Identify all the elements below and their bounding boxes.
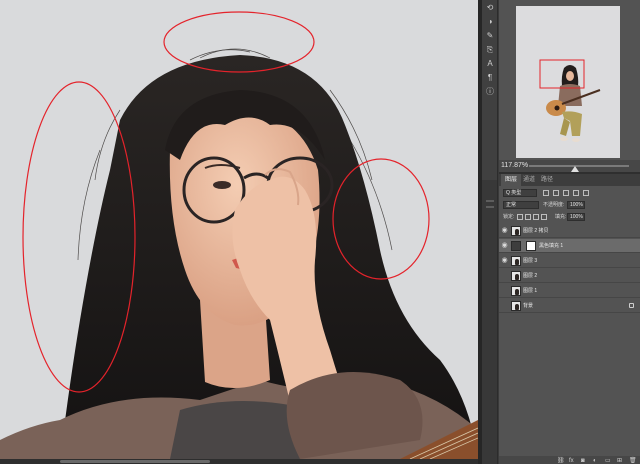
panel-icon-strip: ⟲ ◑ ✎ ⎘ A ¶ ⓘ bbox=[482, 0, 498, 180]
fill-input[interactable]: 100% bbox=[567, 213, 585, 221]
document-canvas[interactable] bbox=[0, 0, 478, 459]
lock-label: 锁定: bbox=[503, 214, 515, 220]
lock-row: 锁定: 填充: 100% bbox=[499, 211, 640, 223]
visibility-eye-icon[interactable]: ◉ bbox=[501, 227, 508, 234]
lock-all-icon[interactable] bbox=[541, 214, 547, 220]
layer-name[interactable]: 图层 2 拷贝 bbox=[523, 227, 549, 235]
layer-name[interactable]: 图层 3 bbox=[523, 257, 537, 265]
tab-paths[interactable]: 路径 bbox=[537, 174, 557, 186]
visibility-eye-icon[interactable]: ◉ bbox=[501, 242, 508, 249]
layer-thumbnail bbox=[511, 271, 521, 281]
fx-icon[interactable]: fx bbox=[569, 457, 574, 464]
layer-name[interactable]: 图层 2 bbox=[523, 272, 537, 280]
thumbnail-artwork bbox=[539, 59, 601, 142]
layers-panel: 图层 通道 路径 Q 类型 正常 不透明度: 100% 锁定: 填充: 100% bbox=[499, 172, 640, 464]
opacity-label: 不透明度: bbox=[543, 202, 565, 208]
adjustment-icon[interactable]: ◐ bbox=[593, 457, 597, 464]
blend-row: 正常 不透明度: 100% bbox=[499, 199, 640, 211]
lock-icon bbox=[629, 303, 634, 308]
tab-layers[interactable]: 图层 bbox=[501, 174, 522, 186]
layer-row-selected[interactable]: ◉ 黑色填充 1 bbox=[499, 239, 640, 253]
layer-list: ◉ 图层 2 拷贝 ◉ 黑色填充 1 ◉ 图层 3 图层 2 图层 1 背景 bbox=[499, 224, 640, 456]
layer-thumbnail bbox=[511, 226, 521, 236]
layer-row[interactable]: 图层 2 bbox=[499, 269, 640, 283]
layer-thumbnail bbox=[511, 301, 521, 311]
brush-icon[interactable]: ✎ bbox=[482, 30, 498, 42]
navigator-thumbnail[interactable] bbox=[516, 6, 620, 158]
filter-pixel-icon[interactable] bbox=[543, 190, 549, 196]
lock-paint-icon[interactable] bbox=[525, 214, 531, 220]
blend-mode-select[interactable]: 正常 bbox=[503, 201, 539, 209]
visibility-off-slot[interactable] bbox=[501, 273, 508, 278]
fill-label: 填充: bbox=[555, 214, 567, 220]
visibility-off-slot[interactable] bbox=[501, 303, 508, 308]
navigator-zoom-bar: 117.87% bbox=[499, 160, 640, 172]
zoom-slider[interactable] bbox=[529, 165, 629, 172]
filter-row: Q 类型 bbox=[499, 187, 640, 199]
history-icon[interactable]: ⟲ bbox=[482, 2, 498, 14]
filter-adjustment-icon[interactable] bbox=[553, 190, 559, 196]
visibility-off-slot[interactable] bbox=[501, 288, 508, 293]
lock-pixels-icon[interactable] bbox=[517, 214, 523, 220]
tab-channels[interactable]: 通道 bbox=[519, 174, 539, 186]
paragraph-icon[interactable]: ¶ bbox=[482, 72, 498, 84]
grip-mark bbox=[486, 200, 494, 202]
filter-smart-icon[interactable] bbox=[583, 190, 589, 196]
filter-type-icon[interactable] bbox=[563, 190, 569, 196]
grip-mark bbox=[486, 206, 494, 208]
layer-row[interactable]: ◉ 图层 2 拷贝 bbox=[499, 224, 640, 238]
visibility-eye-icon[interactable]: ◉ bbox=[501, 257, 508, 264]
adjustment-thumbnail bbox=[511, 241, 521, 251]
layer-mask-thumbnail[interactable] bbox=[526, 241, 536, 251]
panel-tabs: 图层 通道 路径 bbox=[499, 174, 640, 186]
trash-icon[interactable]: 🗑 bbox=[629, 457, 637, 464]
zoom-level[interactable]: 117.87% bbox=[501, 161, 528, 171]
adjust-icon[interactable]: ◑ bbox=[482, 16, 498, 28]
layer-name[interactable]: 黑色填充 1 bbox=[539, 242, 563, 250]
layer-row-background[interactable]: 背景 bbox=[499, 299, 640, 313]
layers-footer: ⛓ fx ◙ ◐ ▭ ⊞ 🗑 bbox=[499, 456, 640, 464]
dock-collapsed-strip bbox=[482, 180, 498, 464]
clone-icon[interactable]: ⎘ bbox=[482, 44, 498, 56]
link-icon[interactable]: ⛓ bbox=[557, 457, 565, 464]
filter-shape-icon[interactable] bbox=[573, 190, 579, 196]
navigator-panel: 117.87% bbox=[499, 0, 640, 172]
group-icon[interactable]: ▭ bbox=[605, 457, 611, 464]
photo-artwork bbox=[0, 11, 478, 459]
layer-row[interactable]: 图层 1 bbox=[499, 284, 640, 298]
canvas-horizontal-scrollbar[interactable] bbox=[0, 459, 478, 464]
layer-thumbnail bbox=[511, 286, 521, 296]
lock-position-icon[interactable] bbox=[533, 214, 539, 220]
new-layer-icon[interactable]: ⊞ bbox=[617, 457, 622, 464]
opacity-input[interactable]: 100% bbox=[567, 201, 585, 209]
scrollbar-thumb[interactable] bbox=[60, 460, 210, 463]
info-icon[interactable]: ⓘ bbox=[482, 86, 498, 98]
layer-name[interactable]: 图层 1 bbox=[523, 287, 537, 295]
kind-filter-select[interactable]: Q 类型 bbox=[503, 189, 537, 197]
layer-thumbnail bbox=[511, 256, 521, 266]
layer-name[interactable]: 背景 bbox=[523, 302, 533, 310]
layer-row[interactable]: ◉ 图层 3 bbox=[499, 254, 640, 268]
type-icon[interactable]: A bbox=[482, 58, 498, 70]
mask-icon[interactable]: ◙ bbox=[581, 457, 585, 464]
photoshop-window: ⟲ ◑ ✎ ⎘ A ¶ ⓘ 117.87% 图层 通道 路径 Q 类型 正常 不… bbox=[0, 0, 640, 464]
